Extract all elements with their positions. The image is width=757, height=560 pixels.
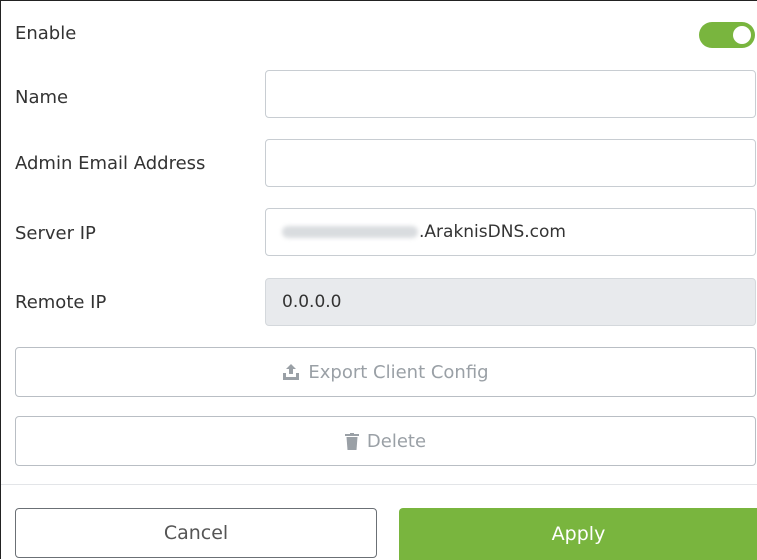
delete-button[interactable]: Delete — [15, 416, 756, 466]
export-client-config-button[interactable]: Export Client Config — [15, 347, 756, 397]
trash-icon — [344, 432, 359, 450]
enable-toggle[interactable] — [699, 22, 755, 48]
admin-email-label: Admin Email Address — [15, 153, 206, 174]
name-label: Name — [15, 87, 69, 108]
remote-ip-input — [265, 278, 756, 326]
redacted-hostname — [282, 226, 418, 238]
apply-label: Apply — [551, 523, 606, 545]
toggle-knob — [733, 26, 751, 44]
admin-email-input[interactable] — [265, 139, 756, 187]
apply-button[interactable]: Apply — [399, 508, 757, 560]
server-ip-input[interactable]: .AraknisDNS.com — [265, 208, 756, 256]
name-input[interactable] — [265, 70, 756, 118]
cancel-button[interactable]: Cancel — [15, 508, 377, 558]
server-ip-suffix: .AraknisDNS.com — [419, 222, 566, 242]
remote-ip-label: Remote IP — [15, 292, 107, 313]
export-label: Export Client Config — [308, 361, 489, 383]
enable-label: Enable — [15, 23, 77, 44]
delete-label: Delete — [366, 430, 427, 452]
server-ip-label: Server IP — [15, 223, 96, 244]
footer-divider — [1, 484, 757, 485]
upload-icon — [282, 363, 300, 381]
settings-panel: Enable Name Admin Email Address Server I… — [0, 0, 757, 560]
cancel-label: Cancel — [163, 522, 229, 544]
